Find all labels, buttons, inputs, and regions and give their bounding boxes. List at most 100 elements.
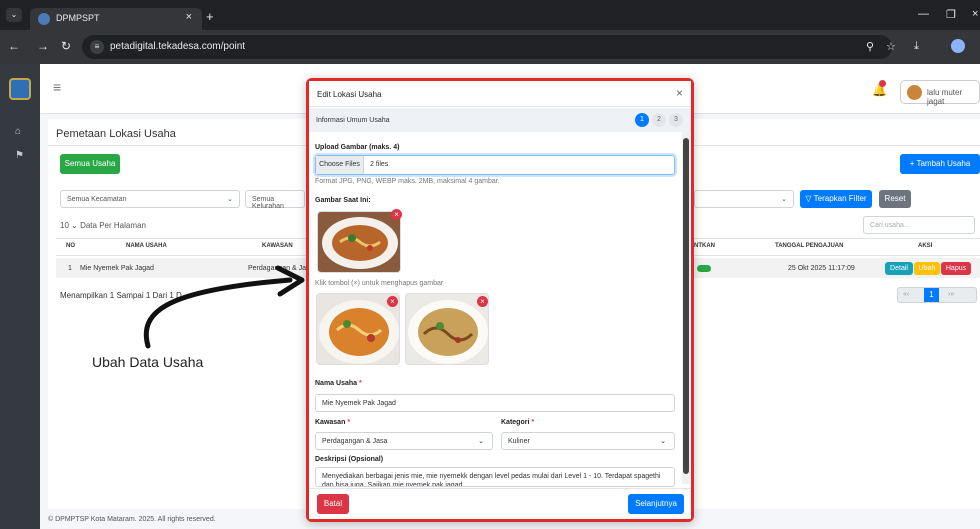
modal-title: Edit Lokasi Usaha — [317, 90, 382, 99]
reload-icon[interactable]: ↻ — [61, 39, 71, 53]
hamburger-icon[interactable]: ≡ — [53, 79, 61, 95]
kawasan-label: Kawasan * — [315, 419, 350, 426]
search-input[interactable]: Cari usaha... — [863, 216, 975, 234]
close-window-icon[interactable]: × — [972, 8, 978, 20]
delete-button[interactable]: Hapus — [941, 262, 971, 275]
kecamatan-select[interactable]: Semua Kecamatan ⌄ — [60, 190, 240, 208]
user-avatar — [907, 85, 922, 100]
sidebar: ⌂ ⚑ — [0, 64, 40, 529]
all-business-button[interactable]: Semua Usaha — [60, 154, 120, 174]
required-mark: * — [347, 419, 351, 426]
status-select[interactable]: ⌄ — [694, 190, 794, 208]
annotation-label: Ubah Data Usaha — [92, 354, 204, 370]
download-icon[interactable]: ⤓ — [914, 40, 919, 53]
close-icon[interactable]: × — [676, 86, 683, 100]
choose-files-button[interactable]: Choose Files — [316, 156, 364, 174]
per-page-control: 10 ⌄ Data Per Halaman — [60, 221, 146, 230]
minimize-icon[interactable]: — — [918, 8, 929, 20]
col-tanggal[interactable]: TANGGAL PENGAJUAN — [775, 243, 843, 249]
step-1: 1 — [635, 113, 649, 127]
file-input[interactable]: Choose Files 2 files — [315, 155, 675, 175]
user-name: lalu muter jagat — [927, 88, 963, 106]
kelurahan-select[interactable]: Semua Kelurahan — [245, 190, 305, 210]
page-1-button[interactable]: 1 — [924, 288, 939, 302]
notification-badge — [879, 80, 886, 87]
pagination: «‹ 1 ›» — [897, 287, 977, 303]
status-toggle[interactable] — [697, 265, 711, 272]
bell-icon[interactable]: 🔔 — [872, 80, 887, 97]
annotation-arrow — [143, 265, 305, 349]
step-3: 3 — [669, 113, 683, 127]
edit-button[interactable]: Ubah — [914, 262, 940, 275]
favicon-icon — [38, 13, 50, 25]
modal-scrollbar[interactable] — [682, 132, 690, 484]
next-page-icon[interactable]: ›» — [948, 291, 954, 298]
close-tab-icon[interactable]: × — [186, 11, 192, 23]
remove-image-icon[interactable]: × — [391, 209, 402, 220]
chevron-down-icon: ⌄ — [781, 196, 787, 203]
col-kawasan[interactable]: KAWASAN — [262, 243, 293, 249]
footer-text: © DPMPTSP Kota Mataram. 2025. All rights… — [48, 516, 216, 523]
file-count: 2 files — [370, 161, 389, 168]
scrollbar-thumb[interactable] — [683, 138, 689, 474]
kelurahan-value: Semua Kelurahan — [252, 196, 284, 210]
required-mark: * — [531, 419, 535, 426]
reset-button[interactable]: Reset — [879, 190, 911, 208]
profile-avatar[interactable] — [951, 39, 965, 53]
address-bar[interactable]: ≡ petadigital.tekadesa.com/point — [82, 35, 892, 59]
current-image — [317, 211, 401, 273]
zoom-icon[interactable]: ⚲ — [866, 40, 874, 53]
page-title: Pemetaan Lokasi Usaha — [56, 128, 176, 140]
col-status[interactable]: NTKAN — [694, 243, 715, 249]
format-hint: Format JPG, PNG, WEBP maks. 2MB, maksima… — [315, 178, 500, 185]
app-logo[interactable] — [9, 78, 31, 100]
restore-icon[interactable]: ❐ — [946, 8, 956, 21]
required-mark: * — [358, 380, 362, 387]
nama-usaha-input[interactable]: Mie Nyemek Pak Jagad — [315, 394, 675, 412]
tab-search-button[interactable]: ⌄ — [6, 8, 22, 22]
bookmark-star-icon[interactable]: ☆ — [886, 40, 896, 53]
cancel-button[interactable]: Batal — [317, 494, 349, 514]
col-nama[interactable]: NAMA USAHA — [126, 243, 167, 249]
user-menu[interactable]: lalu muter jagat — [900, 80, 980, 106]
map-icon[interactable]: ⚑ — [15, 150, 24, 161]
cell-tanggal: 25 Okt 2025 11:17:09 — [788, 265, 855, 272]
col-no: NO — [66, 243, 75, 249]
add-business-button[interactable]: + Tambah Usaha — [900, 154, 980, 174]
detail-button[interactable]: Detail — [885, 262, 913, 275]
kategori-select[interactable]: Kuliner ⌄ — [501, 432, 675, 450]
prev-page-icon[interactable]: «‹ — [903, 291, 909, 298]
url-text: petadigital.tekadesa.com/point — [110, 41, 246, 52]
kawasan-value: Perdagangan & Jasa — [322, 438, 388, 445]
description-textarea[interactable]: Menyediakan berbagai jenis mie, mie nyem… — [315, 467, 675, 487]
current-images-label: Gambar Saat Ini: — [315, 197, 371, 204]
nama-label: Nama Usaha * — [315, 380, 362, 387]
chevron-down-icon: ⌄ — [478, 438, 484, 445]
next-button[interactable]: Selanjutnya — [628, 494, 684, 514]
kawasan-select[interactable]: Perdagangan & Jasa ⌄ — [315, 432, 493, 450]
chevron-down-icon: ⌄ — [227, 196, 233, 203]
apply-filter-button[interactable]: ▽ Terapkan Filter — [800, 190, 872, 208]
kategori-label: Kategori * — [501, 419, 534, 426]
chevron-down-icon: ⌄ — [71, 221, 81, 230]
step-2: 2 — [652, 113, 666, 127]
cell-no: 1 — [68, 265, 72, 272]
home-icon[interactable]: ⌂ — [15, 126, 21, 137]
remove-image-icon[interactable]: × — [387, 296, 398, 307]
col-aksi: AKSI — [918, 243, 933, 249]
kecamatan-value: Semua Kecamatan — [67, 196, 127, 203]
forward-icon[interactable]: → — [37, 39, 49, 53]
new-tab-icon[interactable]: + — [206, 9, 214, 24]
modal-header: Edit Lokasi Usaha × — [309, 81, 691, 107]
browser-tab[interactable]: DPMPSPT × — [30, 8, 202, 30]
tab-title: DPMPSPT — [56, 13, 100, 23]
desc-label: Deskripsi (Opsional) — [315, 456, 384, 463]
remove-image-icon[interactable]: × — [477, 296, 488, 307]
new-image-2 — [405, 293, 489, 365]
site-info-icon[interactable]: ≡ — [90, 40, 104, 54]
kategori-value: Kuliner — [508, 438, 530, 445]
step-label: Informasi Umum Usaha — [316, 117, 390, 124]
per-page-select[interactable]: 10 — [60, 221, 69, 230]
back-icon[interactable]: ← — [8, 39, 20, 53]
step-bar: Informasi Umum Usaha 1 2 3 — [309, 108, 691, 132]
